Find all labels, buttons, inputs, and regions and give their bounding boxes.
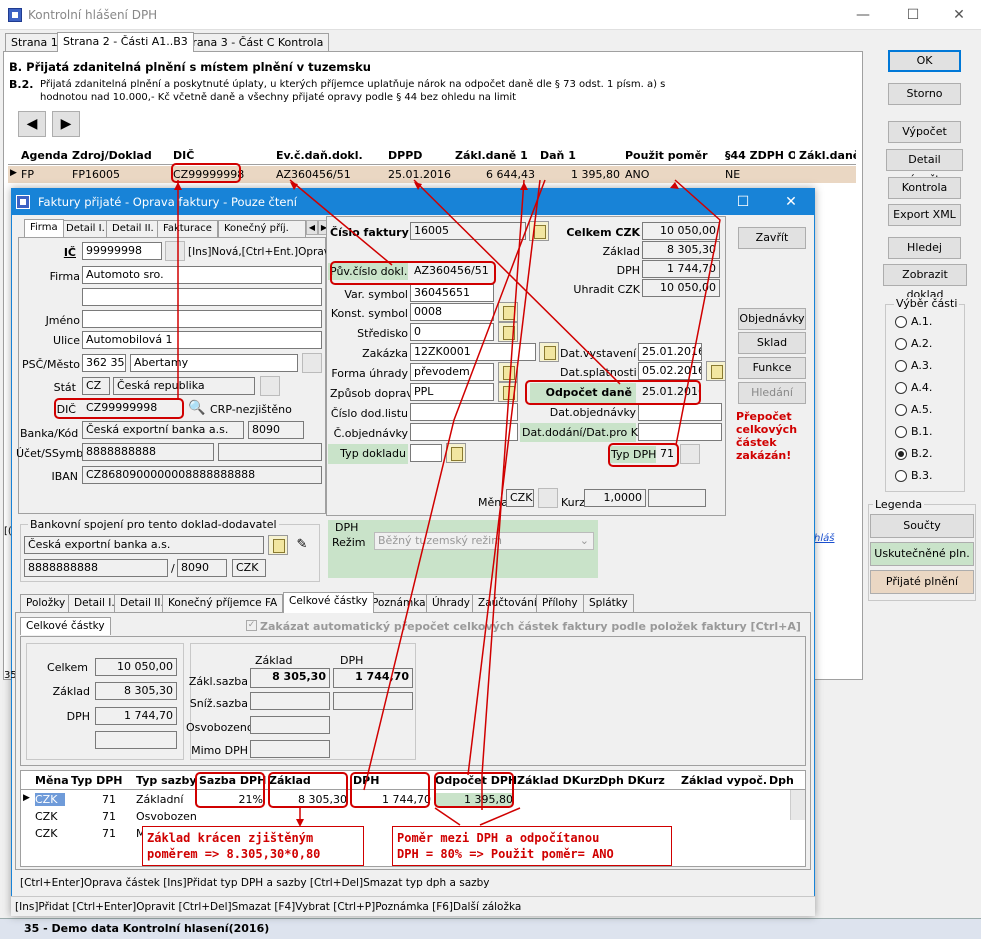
subtab-celkove[interactable]: Celkové částky [20, 617, 111, 635]
tab-strana-2[interactable]: Strana 2 - Části A1..B3 [57, 32, 194, 52]
note-pomer: Poměr mezi DPH a odpočítanou DPH = 80% =… [392, 826, 672, 866]
annotation-arrows [174, 179, 721, 827]
dtab-firma[interactable]: Firma [24, 219, 64, 237]
bottom-tab-4[interactable]: Celkové částky [283, 592, 374, 613]
note-zaklad-kracen: Základ krácen zjištěným poměrem => 8.305… [142, 826, 364, 866]
